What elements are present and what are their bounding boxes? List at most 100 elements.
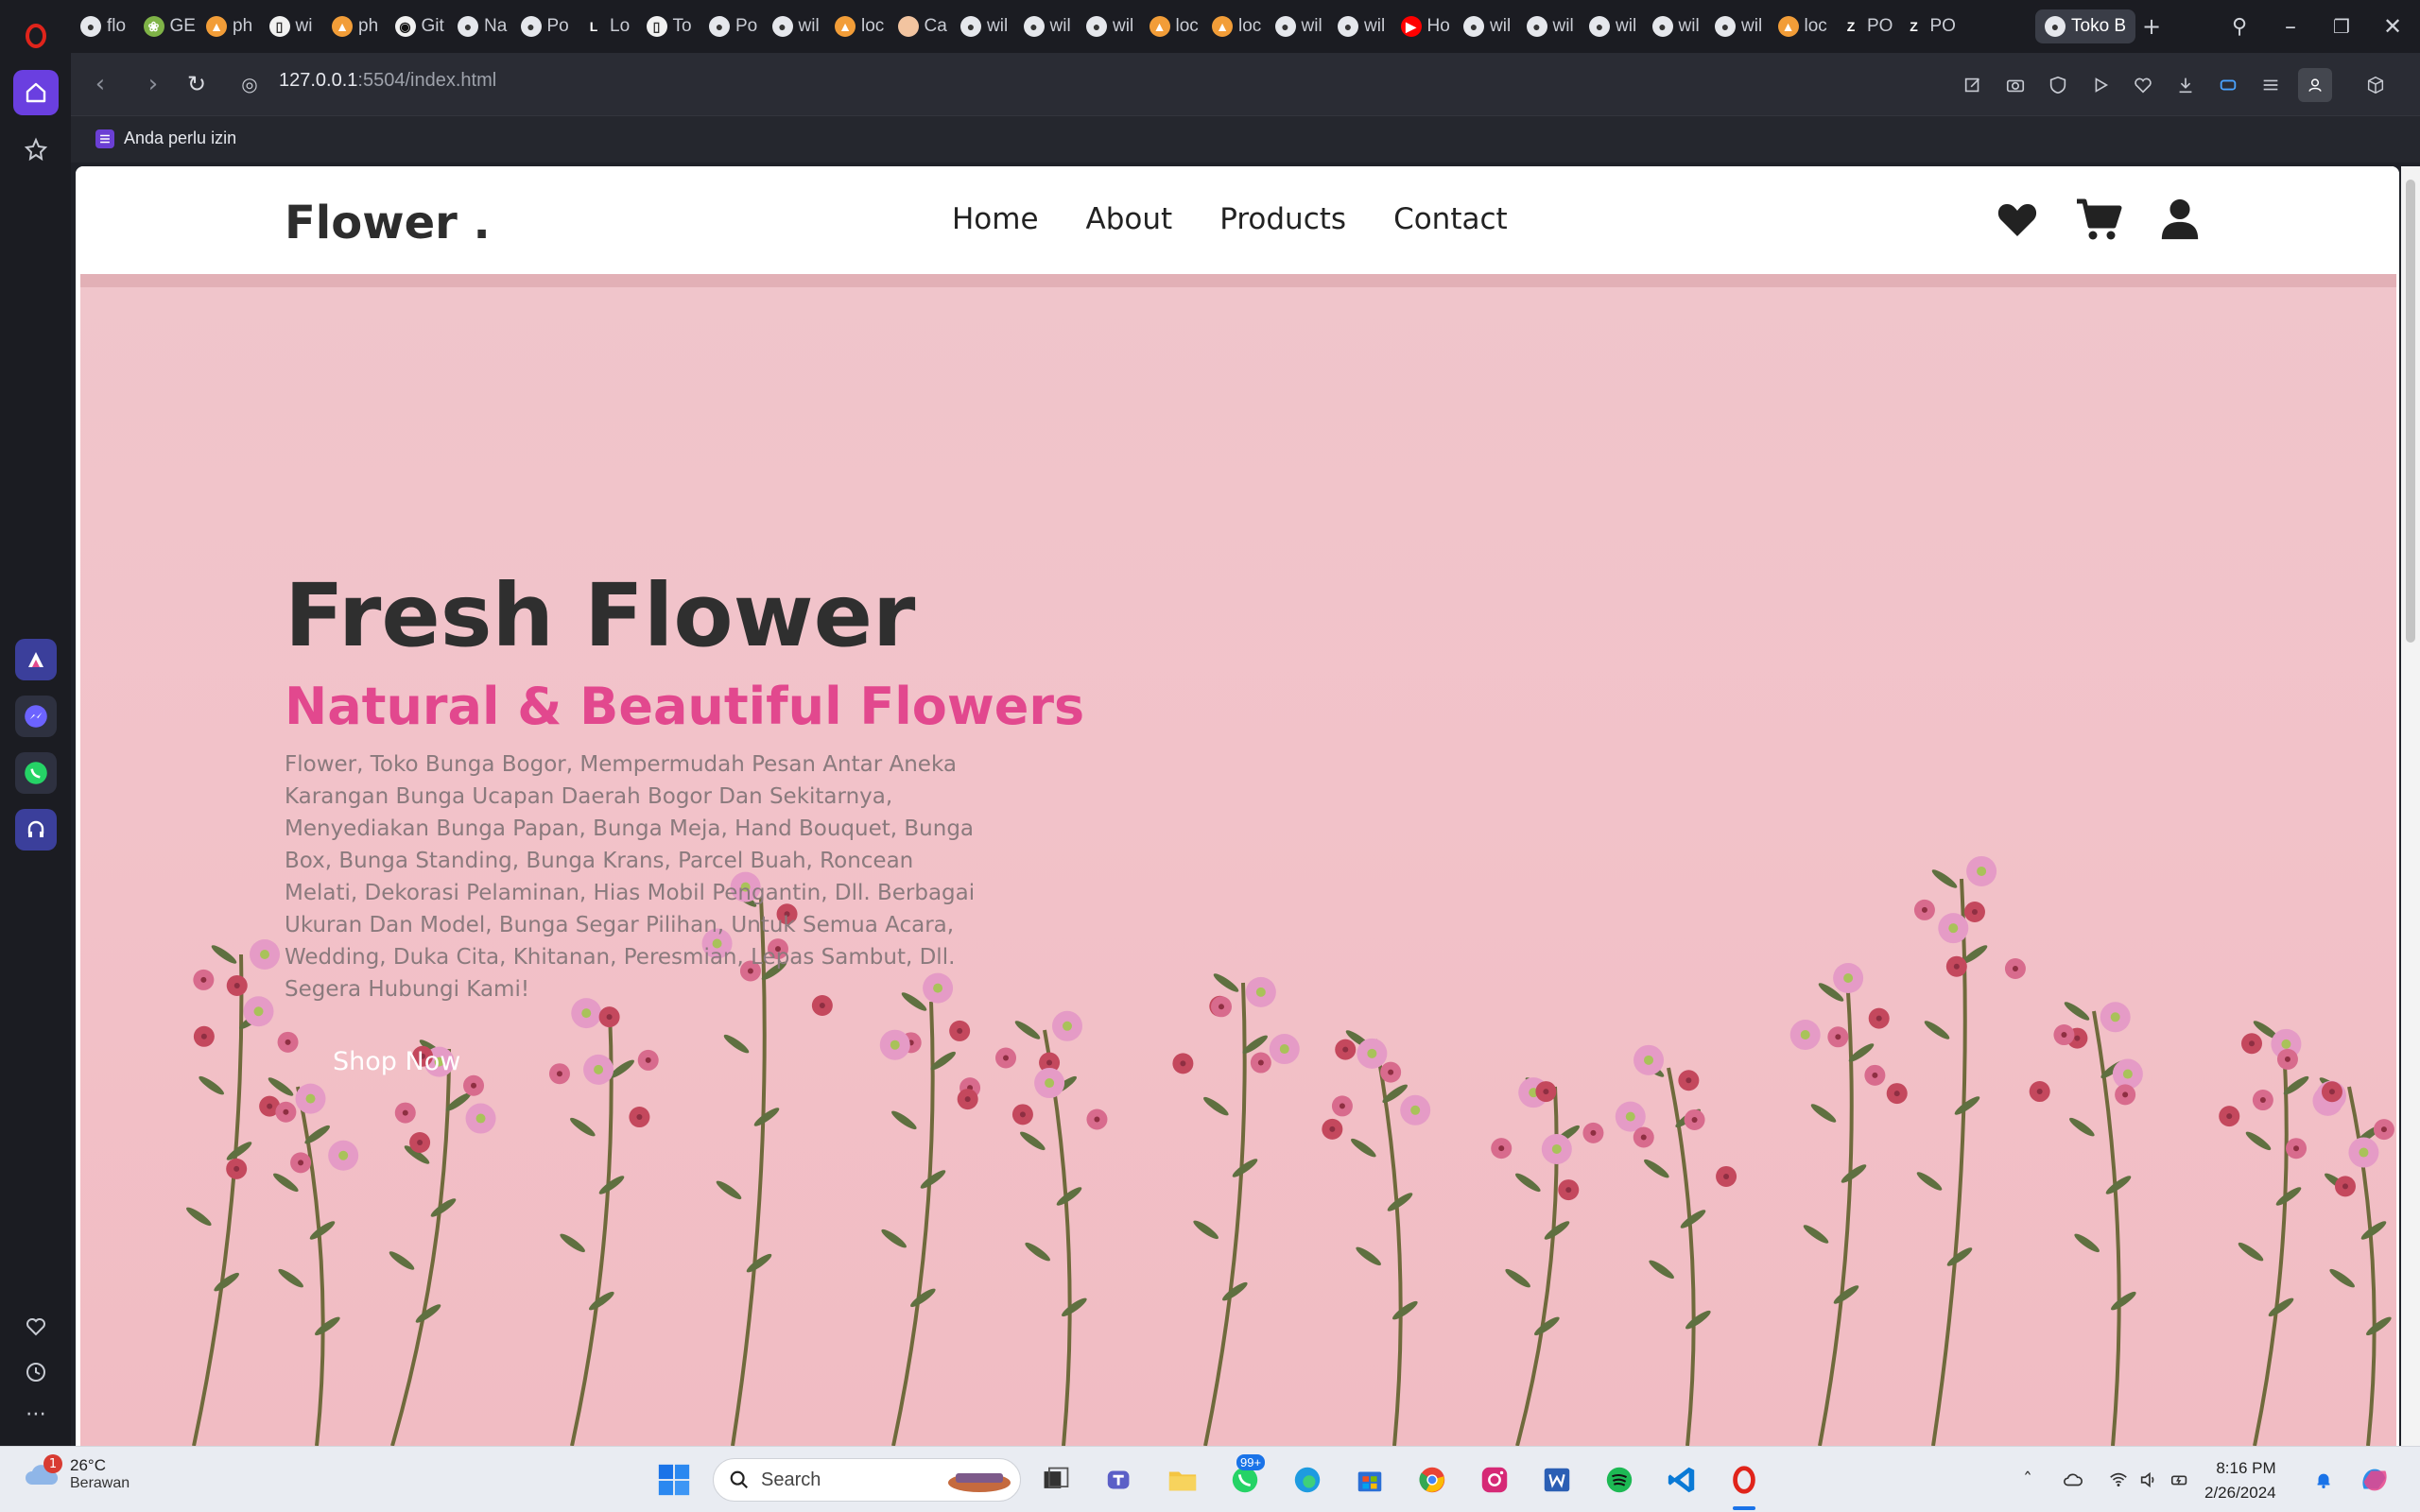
shop-now-button[interactable]: Shop Now [333, 1047, 460, 1076]
tab[interactable]: ▯ To [646, 9, 704, 43]
wifi-icon[interactable] [2106, 1468, 2131, 1492]
taskbar-search[interactable]: Search [713, 1458, 1021, 1502]
edit-icon[interactable] [1960, 72, 1986, 98]
tab-label: Ho [1426, 16, 1450, 36]
extensions-cube-icon[interactable] [2362, 72, 2389, 98]
tab[interactable]: ● wil [1526, 9, 1584, 43]
task-view-icon[interactable] [1036, 1460, 1076, 1500]
tab[interactable]: ● Po [520, 9, 579, 43]
scrollbar-thumb[interactable] [2406, 180, 2415, 643]
clock[interactable]: 8:16 PM 2/26/2024 [2204, 1456, 2276, 1505]
onedrive-cloud-icon[interactable] [2061, 1468, 2085, 1492]
notification-bell-icon[interactable] [2311, 1468, 2336, 1492]
copilot-icon[interactable] [2356, 1461, 2394, 1499]
tab[interactable]: ● wil [1651, 9, 1710, 43]
forward-icon[interactable]: › [137, 68, 169, 100]
site-logo[interactable]: Flower . [285, 197, 491, 249]
reload-icon[interactable]: ↻ [181, 68, 213, 100]
tab[interactable]: ▲ ph [332, 9, 389, 43]
word-icon[interactable] [1537, 1460, 1577, 1500]
tab[interactable]: ● wil [1715, 9, 1772, 43]
opera-logo-icon[interactable] [13, 13, 59, 59]
chrome-icon[interactable] [1412, 1460, 1452, 1500]
site-info-icon[interactable]: ◎ [233, 68, 266, 100]
globe-icon: ● [1086, 16, 1107, 37]
url-field[interactable]: 127.0.0.1:5504/index.html [279, 70, 496, 92]
tab[interactable]: Z PO [1841, 9, 1898, 43]
tab-active[interactable]: ● Toko B [2035, 9, 2136, 43]
page-scrollbar[interactable] [2401, 166, 2420, 1446]
zap-icon: Z [1846, 19, 1856, 34]
weather-widget[interactable]: 26°C Berawan [23, 1456, 130, 1492]
home-icon[interactable] [13, 70, 59, 115]
tab[interactable]: Z PO [1904, 9, 1962, 43]
nav-about[interactable]: About [1086, 202, 1173, 236]
minimize-button[interactable]: – [2275, 11, 2306, 42]
whatsapp-icon[interactable] [15, 752, 57, 794]
tab[interactable]: ● Na [458, 9, 515, 43]
tab[interactable]: ● wil [1023, 9, 1081, 43]
chevron-up-icon[interactable]: ˆ [2015, 1468, 2040, 1492]
restore-button[interactable]: ❐ [2326, 11, 2357, 42]
tab[interactable]: ▲ loc [1149, 9, 1207, 43]
cart-icon[interactable] [2074, 195, 2123, 244]
tab[interactable]: ● Po [709, 9, 767, 43]
user-icon[interactable] [2155, 195, 2204, 244]
tab[interactable]: ● flo [80, 9, 138, 43]
teams-icon[interactable] [1100, 1460, 1140, 1500]
adblock-shield-icon[interactable] [2045, 72, 2071, 98]
aria-icon[interactable] [15, 639, 57, 680]
tab[interactable]: ❀ GE [143, 9, 201, 43]
heart-icon[interactable] [1993, 195, 2042, 244]
tab[interactable]: ● wil [1274, 9, 1333, 43]
messenger-icon[interactable] [15, 696, 57, 737]
opera-taskbar-icon[interactable] [1724, 1460, 1764, 1500]
tab[interactable]: ◉ Git [394, 9, 453, 43]
download-icon[interactable] [2172, 72, 2199, 98]
camera-icon[interactable] [2002, 72, 2029, 98]
close-window-button[interactable]: ✕ [2377, 11, 2408, 42]
fruit-icon: ❀ [143, 16, 164, 37]
tab[interactable]: L Lo [583, 9, 641, 43]
profile-icon[interactable] [2298, 68, 2332, 102]
history-icon[interactable] [13, 1349, 59, 1395]
tab[interactable]: ● wil [1463, 9, 1521, 43]
tab[interactable]: ● wil [771, 9, 830, 43]
search-tabs-icon[interactable]: ⚲ [2224, 11, 2255, 42]
windows-start-icon[interactable] [654, 1460, 694, 1500]
tab[interactable]: ● wil [1338, 9, 1395, 43]
tab[interactable]: ● wil [960, 9, 1018, 43]
tab[interactable]: ▯ wi [268, 9, 327, 43]
new-tab-button[interactable]: + [2136, 11, 2167, 42]
speed-dial-icon[interactable] [13, 127, 59, 172]
tab[interactable]: ● wil [1589, 9, 1647, 43]
pinboard-icon[interactable] [2215, 72, 2241, 98]
volume-icon[interactable] [2136, 1468, 2161, 1492]
bookmark-item[interactable]: Anda perlu izin [95, 129, 236, 148]
music-player-icon[interactable] [15, 809, 57, 850]
file-explorer-icon[interactable] [1163, 1460, 1202, 1500]
back-icon[interactable]: ‹ [84, 68, 116, 100]
tab[interactable]: ● wil [1086, 9, 1144, 43]
microsoft-store-icon[interactable] [1350, 1460, 1390, 1500]
more-icon[interactable]: ⋯ [13, 1391, 59, 1436]
easy-setup-icon[interactable] [2257, 72, 2284, 98]
tab[interactable]: ▲ ph [206, 9, 264, 43]
nav-contact[interactable]: Contact [1393, 202, 1508, 236]
instagram-icon[interactable] [1475, 1460, 1514, 1500]
tab[interactable]: ▲ loc [835, 9, 892, 43]
vscode-icon[interactable] [1662, 1460, 1702, 1500]
nav-products[interactable]: Products [1219, 202, 1346, 236]
favorite-heart-icon[interactable] [2130, 72, 2156, 98]
tab[interactable]: ▲ loc [1777, 9, 1836, 43]
spotify-icon[interactable] [1599, 1460, 1639, 1500]
heart-icon[interactable] [13, 1304, 59, 1349]
tab[interactable]: ▲ loc [1212, 9, 1270, 43]
nav-home[interactable]: Home [952, 202, 1039, 236]
player-icon[interactable] [2087, 72, 2114, 98]
tab[interactable]: ▶ Ho [1400, 9, 1459, 43]
hero-section: Fresh Flower Natural & Beautiful Flowers… [80, 274, 2396, 1446]
battery-charging-icon[interactable] [2168, 1468, 2192, 1492]
edge-icon[interactable] [1288, 1460, 1327, 1500]
tab[interactable]: Ca [897, 9, 956, 43]
